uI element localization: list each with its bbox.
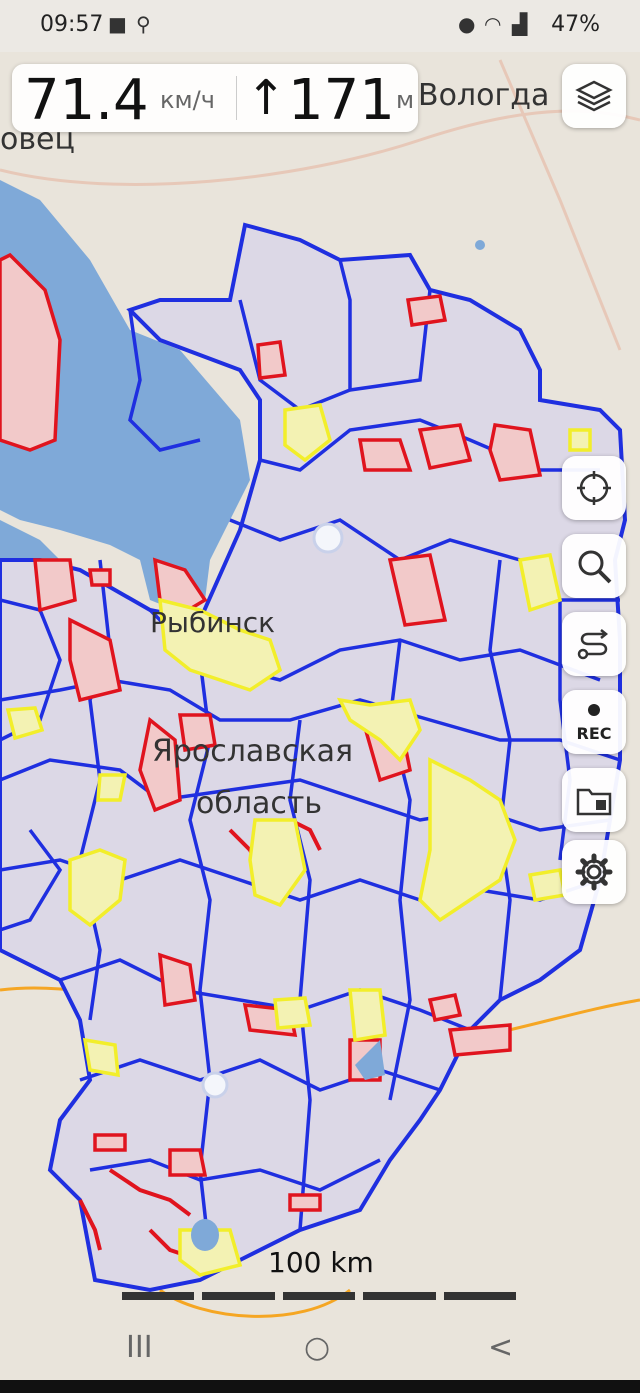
gear-icon: [575, 853, 613, 891]
speed-value: 71.4: [24, 68, 149, 133]
tracks-button[interactable]: [562, 768, 626, 832]
route-icon: [577, 629, 609, 660]
status-bar: 09:57 ■ ⚲ ● ◠ ▟ 47%: [0, 0, 640, 52]
record-icon: [588, 704, 600, 716]
crosshair-icon: [577, 471, 611, 505]
bottom-edge: [0, 1380, 640, 1393]
map-canvas[interactable]: [0, 0, 640, 1393]
settings-button[interactable]: [562, 840, 626, 904]
home-button[interactable]: ○: [304, 1330, 330, 1365]
folder-map-icon: [576, 788, 612, 816]
search-button[interactable]: [562, 534, 626, 598]
layers-button[interactable]: [562, 64, 626, 128]
recent-apps-button[interactable]: III: [126, 1330, 153, 1365]
search-status-icon: ⚲: [136, 12, 151, 36]
altitude-unit: м: [396, 86, 415, 114]
map-label-rybinsk: Рыбинск: [150, 606, 276, 639]
map-label-region-line1: Ярославская: [152, 734, 354, 769]
wifi-icon: ◠: [484, 12, 502, 36]
locate-button[interactable]: [562, 456, 626, 520]
layers-icon: [575, 80, 613, 112]
speed-altitude-panel[interactable]: 71.4 км/ч ↑ 171 м: [12, 64, 418, 133]
signal-icon: ▟: [512, 12, 528, 36]
map-label-vologda: Вологда: [418, 78, 550, 113]
record-label: REC: [576, 724, 612, 743]
altitude-value: 171: [288, 68, 395, 133]
video-camera-icon: ■: [108, 12, 127, 36]
record-button[interactable]: REC: [562, 690, 626, 754]
scale-label: 100 km: [268, 1246, 374, 1279]
speed-unit: км/ч: [160, 86, 215, 114]
battery-percentage: 47%: [551, 12, 600, 37]
panel-divider: [236, 76, 237, 120]
altitude-arrow-icon: ↑: [246, 70, 287, 126]
back-button[interactable]: <: [488, 1330, 513, 1365]
route-button[interactable]: [562, 612, 626, 676]
system-nav-bar: III ○ <: [0, 1320, 640, 1380]
status-time: 09:57: [40, 12, 104, 37]
map-label-region-line2: область: [196, 786, 323, 821]
search-icon: [578, 550, 612, 584]
location-pin-icon: ●: [458, 12, 476, 36]
current-location-marker: [312, 522, 344, 554]
scale-bar: [122, 1292, 517, 1300]
